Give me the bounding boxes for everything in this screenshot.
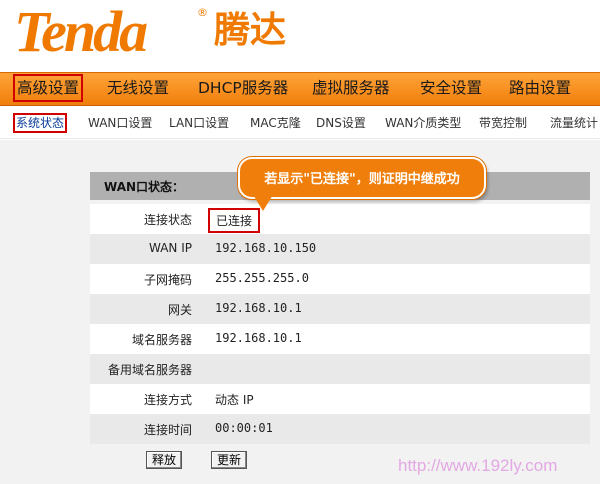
annotation-callout: 若显示"已连接"，则证明中继成功 xyxy=(238,157,486,199)
tenda-logo-cn: 腾达 xyxy=(214,10,287,51)
connection-type-label: 连接方式 xyxy=(143,393,192,407)
subnet-mask-label: 子网掩码 xyxy=(143,273,192,287)
secondary-dns-label: 备用域名服务器 xyxy=(107,363,192,377)
menu-item-virtual-server[interactable]: 虚拟服务器 xyxy=(309,75,393,101)
submenu-lan-settings[interactable]: LAN口设置 xyxy=(167,114,231,132)
submenu-wan-settings[interactable]: WAN口设置 xyxy=(86,114,154,132)
header: Tenda ® 腾达 xyxy=(0,0,600,70)
refresh-button[interactable]: 更新 xyxy=(211,451,248,469)
submenu-mac-clone[interactable]: MAC克隆 xyxy=(248,114,303,132)
submenu-traffic-stats[interactable]: 流量统计 xyxy=(548,114,600,132)
menu-item-advanced[interactable]: 高级设置 xyxy=(12,74,84,102)
submenu-wan-media[interactable]: WAN介质类型 xyxy=(383,114,463,132)
dns-server-label: 域名服务器 xyxy=(131,333,192,347)
subnet-mask-value: 255.255.255.0 xyxy=(215,271,309,285)
connection-status-value: 已连接 xyxy=(208,208,261,233)
menu-item-security[interactable]: 安全设置 xyxy=(417,75,485,101)
table-row: WAN IP 192.168.10.150 xyxy=(90,234,590,264)
table-row: 网关 192.168.10.1 xyxy=(90,294,590,324)
menu-item-routing[interactable]: 路由设置 xyxy=(506,75,574,101)
table-row: 备用域名服务器 xyxy=(90,354,590,384)
table-row: 域名服务器 192.168.10.1 xyxy=(90,324,590,354)
connection-time-value: 00:00:01 xyxy=(215,421,273,435)
callout-pointer xyxy=(252,193,274,211)
connection-time-label: 连接时间 xyxy=(143,423,192,437)
tenda-logo: Tenda xyxy=(14,0,148,64)
menu-item-dhcp[interactable]: DHCP服务器 xyxy=(195,75,291,101)
connection-type-value: 动态 IP xyxy=(215,393,254,407)
watermark: http://www.192ly.com xyxy=(398,456,558,475)
registered-mark: ® xyxy=(197,6,208,19)
submenu-dns-settings[interactable]: DNS设置 xyxy=(314,114,368,132)
dns-server-value: 192.168.10.1 xyxy=(215,331,302,345)
submenu-system-status[interactable]: 系统状态 xyxy=(12,113,68,133)
table-row: 连接时间 00:00:01 xyxy=(90,414,590,444)
release-button[interactable]: 释放 xyxy=(146,451,183,469)
menu-item-wireless[interactable]: 无线设置 xyxy=(104,75,172,101)
panel-title: WAN口状态： xyxy=(104,180,185,194)
callout-text: 若显示"已连接"，则证明中继成功 xyxy=(264,172,460,187)
gateway-value: 192.168.10.1 xyxy=(215,301,302,315)
sub-menu: 系统状态 WAN口设置 LAN口设置 MAC克隆 DNS设置 WAN介质类型 带… xyxy=(0,106,600,139)
submenu-bandwidth[interactable]: 带宽控制 xyxy=(477,114,529,132)
table-row: 连接方式 动态 IP xyxy=(90,384,590,414)
table-row: 连接状态 已连接 xyxy=(90,204,590,234)
gateway-label: 网关 xyxy=(167,303,192,317)
connection-status-label: 连接状态 xyxy=(143,213,192,227)
wan-ip-value: 192.168.10.150 xyxy=(215,241,317,255)
main-menu: 高级设置 无线设置 DHCP服务器 虚拟服务器 安全设置 路由设置 xyxy=(0,72,600,106)
wan-ip-label: WAN IP xyxy=(149,241,192,255)
table-row: 子网掩码 255.255.255.0 xyxy=(90,264,590,294)
